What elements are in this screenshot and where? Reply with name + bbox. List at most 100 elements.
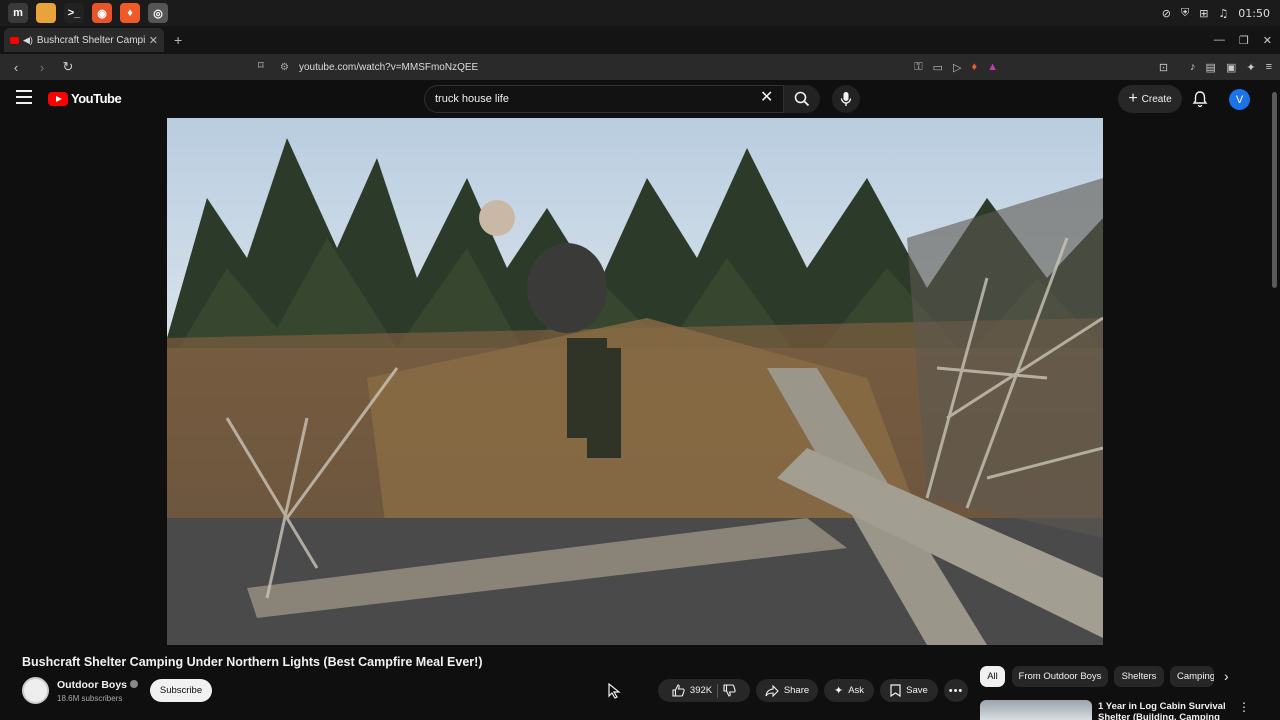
brave-shields-icon[interactable]: ♦ <box>971 61 977 73</box>
tab-youtube[interactable]: ◀) Bushcraft Shelter Camping ✕ <box>4 28 164 52</box>
youtube-logo[interactable]: YouTube <box>48 91 122 106</box>
channel-name[interactable]: Outdoor Boys <box>57 679 138 691</box>
create-button[interactable]: + Create <box>1118 85 1182 113</box>
recommendation-thumbnail[interactable] <box>980 700 1092 720</box>
close-window-icon[interactable]: ✕ <box>1263 34 1272 47</box>
plus-icon: + <box>1128 90 1138 107</box>
search-icon <box>794 91 810 107</box>
site-settings-icon[interactable]: ⚙ <box>280 62 289 73</box>
recommendation-title[interactable]: 1 Year in Log Cabin Survival Shelter (Bu… <box>1098 701 1228 720</box>
browser-tab-bar: ◀) Bushcraft Shelter Camping ✕ + — ❐ ✕ <box>0 26 1280 54</box>
microphone-icon <box>840 92 852 106</box>
like-divider <box>717 683 719 698</box>
media-icon[interactable]: ▷ <box>953 61 961 74</box>
notifications-bell-icon[interactable] <box>1192 90 1208 108</box>
ask-label: Ask <box>848 685 865 696</box>
chip-label: Camping <box>1177 671 1214 682</box>
video-frame-image <box>167 118 1103 645</box>
search-value: truck house life <box>435 93 509 105</box>
system-tray: ⊘ ⛨ ⊞ ♫ 01:50 <box>1162 0 1270 26</box>
firefox-icon[interactable]: ◉ <box>92 3 112 23</box>
chrome-icon[interactable]: ◎ <box>148 3 168 23</box>
chip-shelters[interactable]: Shelters <box>1114 666 1164 687</box>
channel-name-text: Outdoor Boys <box>57 679 127 691</box>
back-icon[interactable]: ‹ <box>6 60 26 75</box>
chevron-right-icon[interactable]: › <box>1224 668 1229 684</box>
sidebar-icon[interactable]: ▤ <box>1206 61 1216 74</box>
audio-icon[interactable]: ◀) <box>23 35 33 46</box>
youtube-favicon-icon <box>10 36 19 44</box>
address-bar[interactable]: ⚙ youtube.com/watch?v=MMSFmoNzQEE <box>280 57 1000 77</box>
cast-icon[interactable]: ▭ <box>933 61 943 74</box>
rewards-icon[interactable]: ▲ <box>987 61 998 73</box>
maximize-icon[interactable]: ❐ <box>1239 34 1249 47</box>
status-icon[interactable]: ⊘ <box>1162 7 1171 20</box>
network-icon[interactable]: ⊞ <box>1199 7 1208 20</box>
thumbs-down-icon[interactable] <box>723 684 736 697</box>
thumbs-up-icon <box>672 684 685 697</box>
chip-label: Shelters <box>1121 671 1157 682</box>
search-button[interactable] <box>784 85 820 113</box>
volume-icon[interactable]: ♫ <box>1218 7 1228 20</box>
files-icon[interactable] <box>36 3 56 23</box>
channel-avatar[interactable] <box>22 677 49 704</box>
screenshot-icon[interactable]: ⊡ <box>1159 61 1168 74</box>
clear-search-icon[interactable]: ✕ <box>760 90 773 106</box>
share-icon <box>765 684 779 697</box>
os-taskbar: m >_ ◉ ♦ ◎ ⊘ ⛨ ⊞ ♫ 01:50 <box>0 0 1280 26</box>
forward-icon[interactable]: › <box>32 60 52 75</box>
verified-icon <box>130 680 138 688</box>
youtube-play-icon <box>48 91 68 106</box>
sparkle-icon: ✦ <box>833 685 844 697</box>
tab-title: Bushcraft Shelter Camping <box>36 34 145 46</box>
terminal-icon[interactable]: >_ <box>64 3 84 23</box>
subscribe-button[interactable]: Subscribe <box>150 679 212 702</box>
address-bar-icons: ⚿ ▭ ▷ ♦ ▲ <box>914 54 998 80</box>
logo-text: YouTube <box>71 91 122 106</box>
brave-icon[interactable]: ♦ <box>120 3 140 23</box>
minimize-icon[interactable]: — <box>1214 34 1225 46</box>
share-button[interactable]: Share <box>756 679 818 702</box>
save-label: Save <box>906 685 928 696</box>
more-actions-button[interactable]: ••• <box>944 679 968 702</box>
browser-menu-icons: ⊡ ♪ ▤ ▣ ✦ ≡ <box>1159 54 1272 80</box>
chip-all[interactable]: All <box>980 666 1005 687</box>
new-tab-button[interactable]: + <box>174 32 182 48</box>
chip-from-channel[interactable]: From Outdoor Boys <box>1012 666 1108 687</box>
close-tab-icon[interactable]: ✕ <box>149 34 158 47</box>
browser-toolbar: ‹ › ↻ ⌑ ⚙ youtube.com/watch?v=MMSFmoNzQE… <box>0 54 1280 80</box>
save-playlist-icon <box>890 684 901 697</box>
chip-label: From Outdoor Boys <box>1018 671 1102 682</box>
save-button[interactable]: Save <box>880 679 938 702</box>
shield-icon[interactable]: ⛨ <box>1181 6 1189 20</box>
more-horizontal-icon: ••• <box>948 684 964 697</box>
page-scrollbar[interactable] <box>1272 92 1277 288</box>
guide-menu-icon[interactable] <box>16 90 32 104</box>
menu-icon[interactable]: ≡ <box>1266 61 1272 73</box>
like-button[interactable]: 392K <box>672 684 712 697</box>
clock[interactable]: 01:50 <box>1238 7 1270 20</box>
chip-label: All <box>987 671 998 682</box>
search-input[interactable]: truck house life <box>424 85 784 113</box>
bookmark-icon[interactable]: ⌑ <box>258 59 264 72</box>
share-label: Share <box>783 685 810 696</box>
taskbar-apps: m >_ ◉ ♦ ◎ <box>0 3 168 23</box>
voice-search-button[interactable] <box>832 85 860 113</box>
like-dislike-group: 392K <box>658 679 750 702</box>
chip-camping[interactable]: Camping <box>1170 666 1214 687</box>
video-title: Bushcraft Shelter Camping Under Northern… <box>22 655 483 669</box>
like-count: 392K <box>689 685 713 696</box>
youtube-header: YouTube truck house life ✕ + Create V <box>0 80 1280 118</box>
password-icon[interactable]: ⚿ <box>914 61 922 74</box>
music-icon[interactable]: ♪ <box>1190 61 1196 73</box>
ai-icon[interactable]: ✦ <box>1246 61 1255 74</box>
more-vertical-icon[interactable]: ⋮ <box>1238 700 1250 714</box>
wallet-icon[interactable]: ▣ <box>1226 61 1236 74</box>
mint-menu-icon[interactable]: m <box>8 3 28 23</box>
account-avatar[interactable]: V <box>1229 89 1250 110</box>
window-controls: — ❐ ✕ <box>1214 26 1272 54</box>
subscriber-count: 18.6M subscribers <box>57 694 123 703</box>
reload-icon[interactable]: ↻ <box>58 59 78 75</box>
ask-button[interactable]: ✦ Ask <box>824 679 874 702</box>
video-player[interactable] <box>167 118 1103 645</box>
